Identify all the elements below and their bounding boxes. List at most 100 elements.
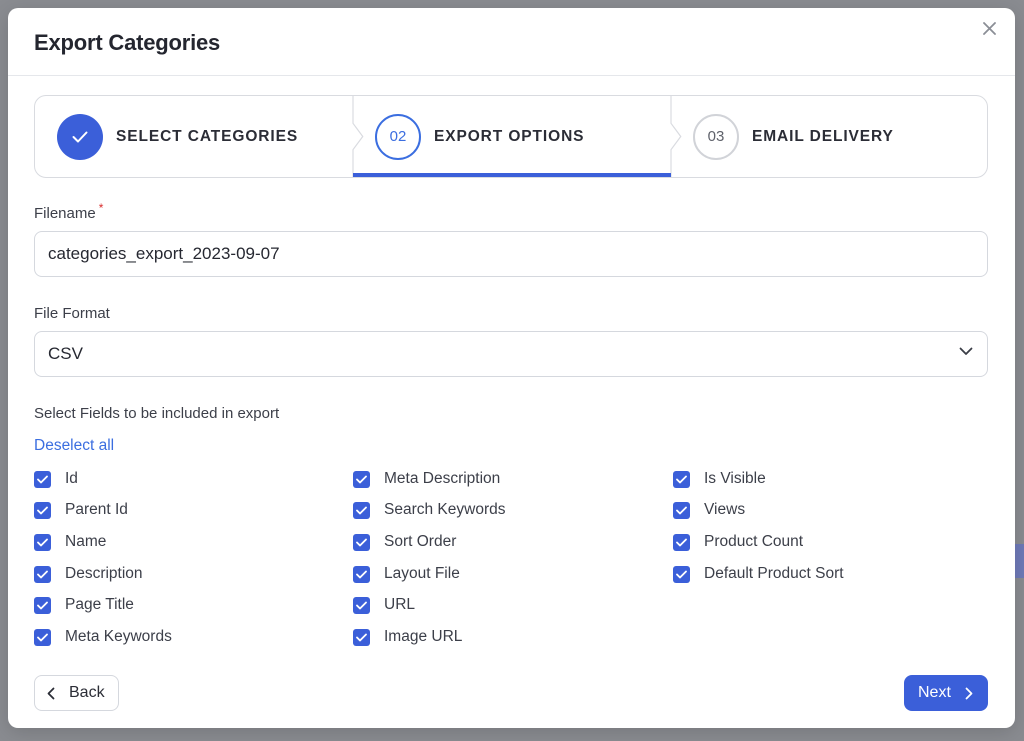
- deselect-all-link[interactable]: Deselect all: [34, 437, 114, 455]
- step-3-upcoming-circle: 03: [693, 113, 739, 160]
- step-1-label: SELECT CATEGORIES: [116, 127, 299, 145]
- field-checkbox-search-keywords[interactable]: Search Keywords: [353, 500, 505, 520]
- checkbox-label: Id: [65, 470, 78, 487]
- checkbox[interactable]: [673, 501, 690, 519]
- check-icon: [37, 506, 48, 514]
- checkbox[interactable]: [353, 533, 370, 551]
- close-icon: [982, 21, 996, 35]
- step-export-options[interactable]: 02 EXPORT OPTIONS: [353, 96, 671, 177]
- checkbox[interactable]: [673, 533, 690, 551]
- checkbox-label: Product Count: [704, 533, 804, 550]
- modal-title: Export Categories: [34, 30, 221, 55]
- checkbox-label: Parent Id: [65, 501, 128, 518]
- file-format-value: CSV: [48, 344, 83, 363]
- step-2-active-circle: 02: [375, 113, 421, 160]
- field-checkbox-image-url[interactable]: Image URL: [353, 627, 462, 647]
- checkbox-label: Views: [704, 501, 746, 518]
- back-button[interactable]: Back: [34, 675, 119, 711]
- chevron-left-icon: [47, 687, 55, 699]
- field-checkbox-meta-description[interactable]: Meta Description: [353, 469, 500, 489]
- checkbox[interactable]: [353, 470, 370, 488]
- check-icon: [676, 506, 687, 514]
- check-icon: [356, 633, 367, 641]
- field-checkbox-id[interactable]: Id: [34, 469, 78, 489]
- checkbox[interactable]: [673, 470, 690, 488]
- check-icon: [72, 131, 88, 142]
- check-icon: [356, 475, 367, 483]
- checkbox-label: Meta Keywords: [65, 628, 172, 645]
- step-1-completed-circle: [57, 113, 103, 160]
- checkbox-label: Page Title: [65, 596, 134, 613]
- check-icon: [676, 538, 687, 546]
- checkbox[interactable]: [34, 533, 51, 551]
- check-icon: [37, 633, 48, 641]
- filename-label-text: Filename: [34, 205, 96, 222]
- field-checkbox-meta-keywords[interactable]: Meta Keywords: [34, 627, 172, 647]
- checkbox-label: Image URL: [384, 628, 463, 645]
- field-checkbox-parent-id[interactable]: Parent Id: [34, 500, 128, 520]
- field-checkbox-description[interactable]: Description: [34, 564, 143, 584]
- field-checkbox-product-count[interactable]: Product Count: [673, 532, 803, 552]
- check-icon: [356, 570, 367, 578]
- check-icon: [676, 475, 687, 483]
- export-categories-modal: Export Categories SELECT CATEGORIES 02 E…: [8, 8, 1015, 728]
- checkbox-label: URL: [384, 596, 416, 613]
- checkbox-label: Search Keywords: [384, 501, 506, 518]
- step-3-number: 03: [707, 128, 725, 145]
- checkbox[interactable]: [353, 565, 370, 583]
- checkbox[interactable]: [34, 470, 51, 488]
- check-icon: [356, 538, 367, 546]
- field-checkbox-name[interactable]: Name: [34, 532, 106, 552]
- checkbox-label: Description: [65, 565, 143, 582]
- field-checkbox-layout-file[interactable]: Layout File: [353, 564, 460, 584]
- checkbox-label: Layout File: [384, 565, 460, 582]
- filename-label: Filename *: [34, 201, 103, 222]
- field-checkbox-page-title[interactable]: Page Title: [34, 595, 134, 615]
- checkbox-label: Is Visible: [704, 470, 766, 487]
- step-email-delivery[interactable]: 03 EMAIL DELIVERY: [671, 96, 987, 177]
- check-icon: [356, 601, 367, 609]
- step-2-number: 02: [389, 128, 407, 145]
- field-checkbox-sort-order[interactable]: Sort Order: [353, 532, 456, 552]
- chevron-down-icon: [959, 347, 973, 355]
- field-checkbox-default-product-sort[interactable]: Default Product Sort: [673, 564, 844, 584]
- check-icon: [37, 601, 48, 609]
- close-button[interactable]: [979, 18, 999, 38]
- filename-input[interactable]: categories_export_2023-09-07: [34, 231, 988, 277]
- check-icon: [37, 538, 48, 546]
- checkbox-label: Name: [65, 533, 107, 550]
- filename-value: categories_export_2023-09-07: [48, 244, 280, 263]
- export-stepper: SELECT CATEGORIES 02 EXPORT OPTIONS 03 E…: [34, 95, 988, 178]
- file-format-label: File Format: [34, 305, 110, 322]
- checkbox-label: Meta Description: [384, 470, 501, 487]
- checkbox[interactable]: [34, 596, 51, 614]
- checkbox[interactable]: [353, 501, 370, 519]
- check-icon: [37, 475, 48, 483]
- next-button-label: Next: [918, 684, 951, 701]
- check-icon: [676, 570, 687, 578]
- required-marker: *: [98, 201, 104, 215]
- step-select-categories[interactable]: SELECT CATEGORIES: [35, 96, 353, 177]
- modal-header: Export Categories: [8, 8, 1015, 76]
- check-icon: [37, 570, 48, 578]
- active-step-indicator: [353, 173, 671, 177]
- checkbox-label: Default Product Sort: [704, 565, 844, 582]
- file-format-select[interactable]: CSV: [34, 331, 988, 377]
- checkbox[interactable]: [34, 501, 51, 519]
- step-2-label: EXPORT OPTIONS: [434, 127, 585, 145]
- field-checkbox-views[interactable]: Views: [673, 500, 745, 520]
- check-icon: [356, 506, 367, 514]
- back-button-label: Back: [69, 684, 105, 701]
- checkbox[interactable]: [673, 565, 690, 583]
- field-checkbox-is-visible[interactable]: Is Visible: [673, 469, 766, 489]
- checkbox[interactable]: [353, 628, 370, 646]
- next-button[interactable]: Next: [904, 675, 988, 711]
- checkbox-label: Sort Order: [384, 533, 457, 550]
- checkbox[interactable]: [353, 596, 370, 614]
- checkbox[interactable]: [34, 565, 51, 583]
- field-checkbox-url[interactable]: URL: [353, 595, 415, 615]
- checkbox[interactable]: [34, 628, 51, 646]
- chevron-right-icon: [965, 687, 973, 699]
- step-3-label: EMAIL DELIVERY: [752, 127, 894, 145]
- background-button: [1014, 544, 1024, 578]
